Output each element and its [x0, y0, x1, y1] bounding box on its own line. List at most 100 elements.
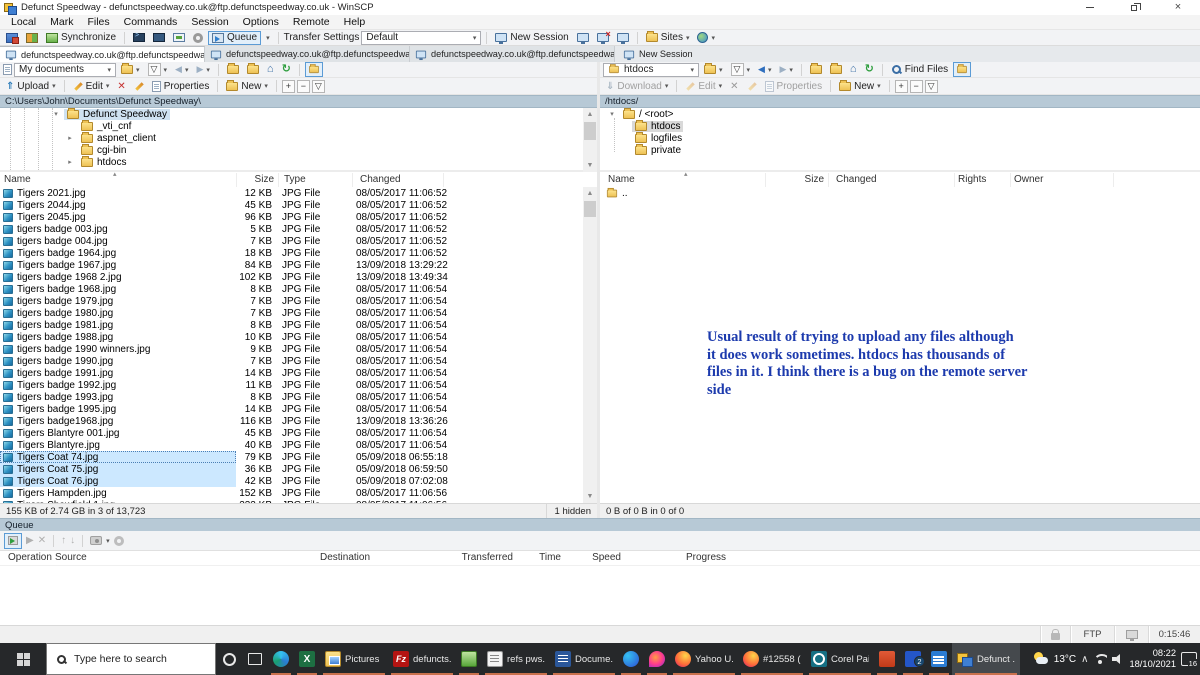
taskbar-button-blue-app[interactable]: 2: [900, 643, 926, 675]
remote-filter-button[interactable]: ▽▾: [728, 63, 754, 77]
file-row[interactable]: Tigers badge1968.jpg116 KBJPG File13/09/…: [0, 415, 597, 427]
tree-row[interactable]: ▸ aspnet_client: [0, 132, 597, 144]
local-expand-button[interactable]: +: [282, 80, 295, 93]
local-home-directory-button[interactable]: ⌂: [264, 63, 277, 77]
column-header-size[interactable]: Size: [788, 174, 824, 185]
file-row[interactable]: Tigers Coat 74.jpg79 KBJPG File05/09/201…: [0, 451, 597, 463]
file-row[interactable]: Tigers badge 1992.jpg11 KBJPG File08/05/…: [0, 379, 597, 391]
file-row[interactable]: ..: [600, 187, 1200, 199]
speaker-icon[interactable]: [1112, 654, 1124, 664]
remote-forward-button[interactable]: ▶▾: [776, 63, 795, 77]
local-location-select[interactable]: My documents▾: [14, 63, 116, 77]
menu-item-options[interactable]: Options: [236, 15, 286, 30]
file-row[interactable]: tigers badge 1981.jpg8 KBJPG File08/05/2…: [0, 319, 597, 331]
queue-move-down-button[interactable]: ↓: [70, 535, 75, 546]
queue-column-progress[interactable]: Progress: [686, 552, 726, 563]
queue-move-up-button[interactable]: ↑: [61, 535, 66, 546]
wifi-icon[interactable]: [1093, 654, 1107, 664]
tree-folder[interactable]: logfiles: [632, 133, 685, 144]
remote-home-directory-button[interactable]: ⌂: [847, 63, 860, 77]
new-session-button[interactable]: New Session: [492, 31, 571, 45]
queue-column-source[interactable]: Source: [55, 552, 87, 563]
local-filter-button[interactable]: ▽▾: [145, 63, 171, 77]
upload-button[interactable]: ⇑Upload▾: [3, 79, 59, 93]
queue-dropdown[interactable]: ▾: [263, 31, 273, 45]
tree-selected-folder[interactable]: htdocs: [632, 121, 683, 132]
file-row[interactable]: Tigers badge 1995.jpg14 KBJPG File08/05/…: [0, 403, 597, 415]
queue-column-transferred[interactable]: Transferred: [443, 552, 513, 563]
show-hidden-icons-button[interactable]: ∧: [1081, 654, 1088, 665]
file-row[interactable]: tigers badge 1991.jpg14 KBJPG File08/05/…: [0, 367, 597, 379]
scroll-down-icon[interactable]: ▼: [583, 490, 597, 503]
queue-column-destination[interactable]: Destination: [320, 552, 370, 563]
local-collapse-button[interactable]: −: [297, 80, 310, 93]
menu-item-commands[interactable]: Commands: [117, 15, 185, 30]
scrollbar-thumb[interactable]: [584, 122, 596, 140]
file-row[interactable]: tigers badge 1979.jpg7 KBJPG File08/05/2…: [0, 295, 597, 307]
file-row[interactable]: tigers badge 1968 2.jpg102 KBJPG File13/…: [0, 271, 597, 283]
local-tree-scrollbar[interactable]: ▲ ▼: [583, 108, 597, 172]
expand-icon[interactable]: ▸: [66, 134, 74, 142]
file-row[interactable]: Tigers Coat 75.jpg36 KBJPG File05/09/201…: [0, 463, 597, 475]
column-header-changed[interactable]: Changed: [360, 174, 401, 185]
commander-layout-button[interactable]: [3, 31, 21, 45]
tree-folder[interactable]: _vti_cnf: [78, 121, 134, 132]
taskbar-button-phone[interactable]: [618, 643, 644, 675]
queue-column-operation[interactable]: Operation: [8, 552, 52, 563]
local-back-button[interactable]: ◀▾: [172, 63, 191, 77]
tree-row[interactable]: logfiles: [600, 132, 1200, 144]
taskbar-button-edge[interactable]: [268, 643, 294, 675]
file-row[interactable]: Tigers badge 1968.jpg8 KBJPG File08/05/2…: [0, 283, 597, 295]
taskbar-button-corel[interactable]: Corel Pai...: [806, 643, 874, 675]
open-terminal-button[interactable]: [130, 31, 148, 45]
local-list-scrollbar[interactable]: ▲ ▼: [583, 187, 597, 503]
taskbar-button-refs[interactable]: refs pws...: [482, 643, 550, 675]
taskbar-button-firefox-12558[interactable]: #12558 (...: [738, 643, 806, 675]
local-refresh-button[interactable]: ↻: [279, 63, 294, 77]
weather-icon[interactable]: [1033, 652, 1049, 666]
start-button[interactable]: [0, 643, 46, 675]
session-tab[interactable]: defunctspeedway.co.uk@ftp.defunctspeedwa…: [205, 46, 410, 62]
column-header-rights[interactable]: Rights: [958, 174, 986, 185]
file-row[interactable]: Tigers Blantyre 001.jpg45 KBJPG File08/0…: [0, 427, 597, 439]
remote-collapse-button[interactable]: −: [910, 80, 923, 93]
scroll-down-icon[interactable]: ▼: [583, 159, 597, 172]
remote-path-bar[interactable]: /htdocs/: [600, 95, 1200, 108]
remote-properties-button[interactable]: Properties: [762, 79, 826, 93]
taskbar-button-excel[interactable]: X: [294, 643, 320, 675]
local-properties-button[interactable]: Properties: [149, 79, 213, 93]
file-row[interactable]: Tigers Hampden.jpg152 KBJPG File08/05/20…: [0, 487, 597, 499]
scroll-up-icon[interactable]: ▲: [583, 108, 597, 121]
taskbar-button-pictures[interactable]: Pictures: [320, 643, 388, 675]
file-row[interactable]: Tigers badge 1964.jpg18 KBJPG File08/05/…: [0, 247, 597, 259]
compare-directories-button[interactable]: [23, 31, 41, 45]
tree-folder[interactable]: cgi-bin: [78, 145, 129, 156]
queue-column-speed[interactable]: Speed: [581, 552, 621, 563]
queue-delete-button[interactable]: ✕: [38, 535, 46, 546]
tree-row[interactable]: cgi-bin: [0, 144, 597, 156]
tree-row-root[interactable]: ▾Defunct Speedway: [0, 108, 597, 120]
remote-rename-button[interactable]: [744, 79, 760, 93]
taskbar-search-input[interactable]: Type here to search: [46, 643, 216, 675]
console-button[interactable]: [150, 31, 168, 45]
taskbar-button-firefox-yahoo[interactable]: Yahoo U...: [670, 643, 738, 675]
local-path-bar[interactable]: C:\Users\John\Documents\Defunct Speedway…: [0, 95, 597, 108]
column-header-changed[interactable]: Changed: [836, 174, 877, 185]
tree-folder[interactable]: aspnet_client: [78, 133, 159, 144]
menu-item-remote[interactable]: Remote: [286, 15, 337, 30]
file-row[interactable]: tigers badge 1990 winners.jpg9 KBJPG Fil…: [0, 343, 597, 355]
tree-row[interactable]: private: [600, 144, 1200, 156]
scrollbar-thumb[interactable]: [584, 201, 596, 217]
session-tab[interactable]: defunctspeedway.co.uk@ftp.defunctspeedwa…: [410, 46, 615, 62]
taskbar-button-task-view[interactable]: [242, 643, 268, 675]
local-edit-button[interactable]: Edit▾: [70, 79, 113, 93]
tree-row-root[interactable]: ▾/ <root>: [600, 108, 1200, 120]
rename-session-button[interactable]: [614, 31, 632, 45]
local-parent-directory-button[interactable]: [224, 63, 242, 77]
queue-toggle-button[interactable]: Queue: [208, 31, 261, 45]
remote-expand-button[interactable]: +: [895, 80, 908, 93]
tree-root-folder[interactable]: / <root>: [620, 109, 676, 120]
remote-refresh-button[interactable]: ↻: [862, 63, 877, 77]
file-row[interactable]: Tigers 2021.jpg12 KBJPG File08/05/2017 1…: [0, 187, 597, 199]
queue-resume-button[interactable]: ▶: [26, 535, 34, 546]
